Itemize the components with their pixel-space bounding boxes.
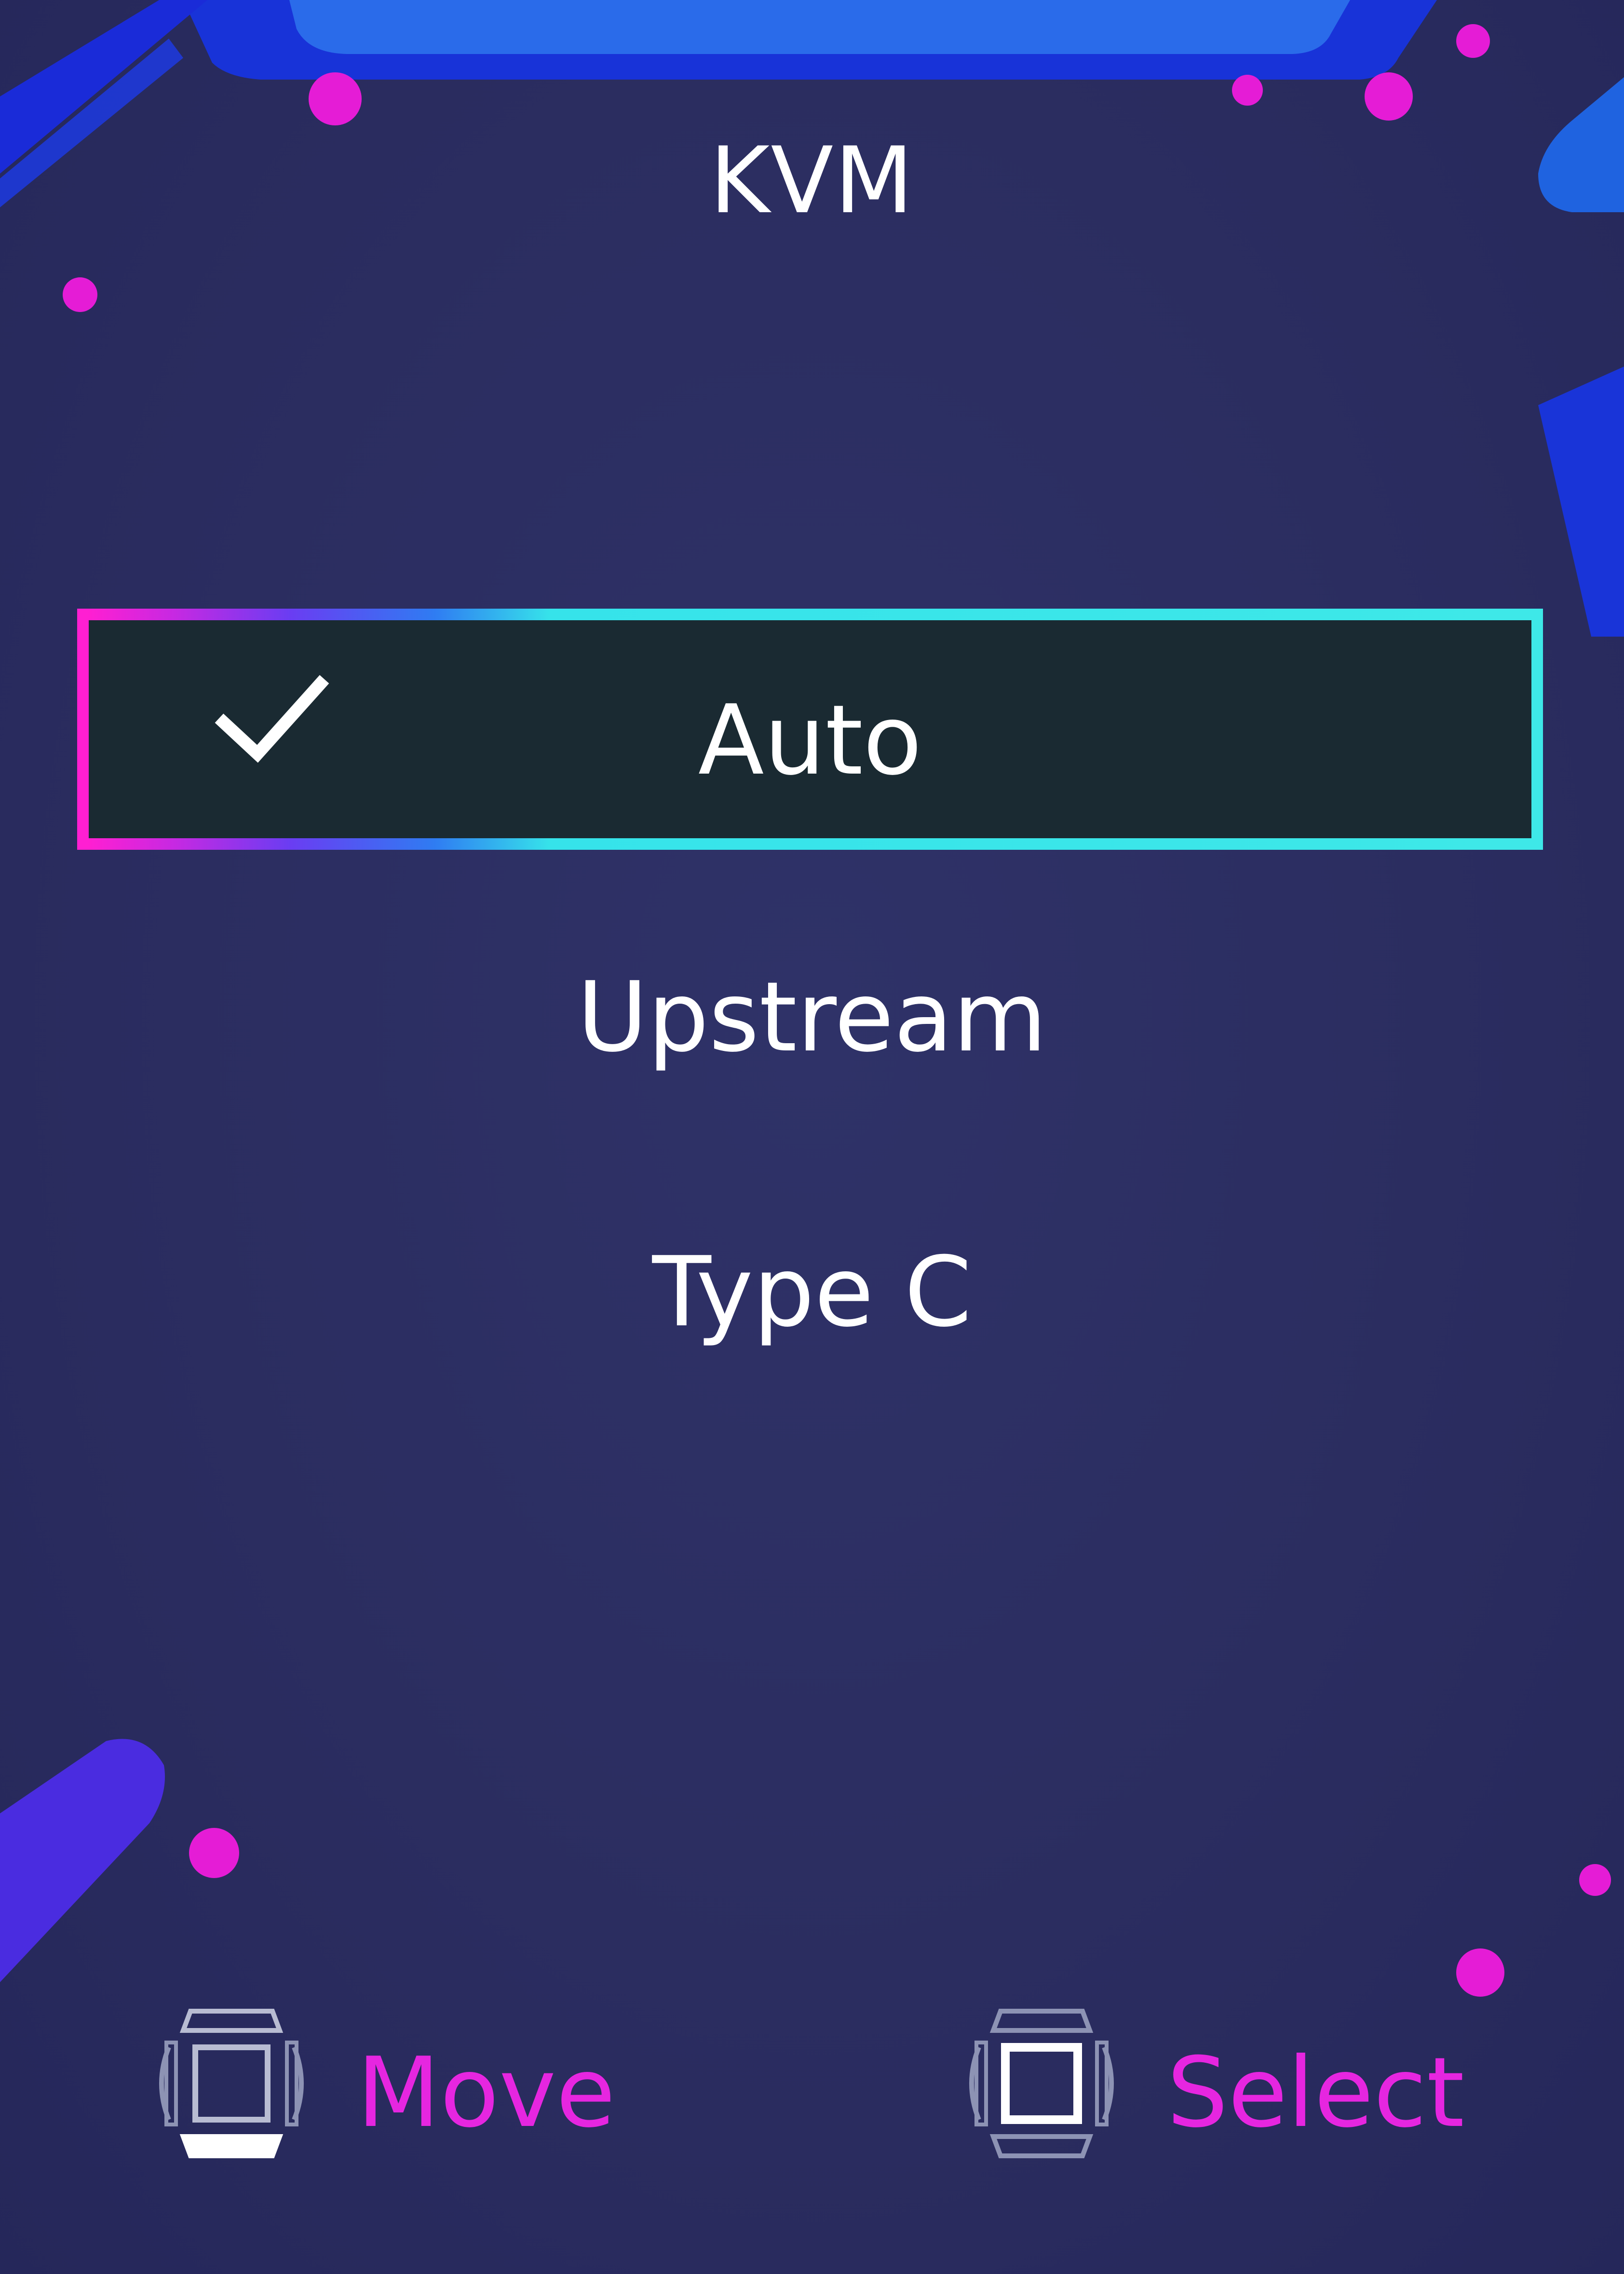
- decor-dot: [1456, 1948, 1504, 1997]
- joystick-select-icon: [969, 2009, 1114, 2158]
- background-decoration: [0, 0, 1624, 1982]
- decor-dot: [309, 72, 362, 125]
- decor-dot: [1456, 24, 1490, 58]
- move-hint: Move: [149, 2002, 680, 2165]
- select-hint: Select: [960, 2002, 1490, 2165]
- joystick-move-icon: [159, 2009, 304, 2158]
- move-hint-label: Move: [357, 2037, 616, 2149]
- option-auto-label: Auto: [698, 684, 922, 797]
- decor-dot: [1365, 72, 1413, 121]
- menu-title: KVM: [709, 127, 915, 234]
- osd-screen: KVM Auto Upstream Type C Move Select: [0, 0, 1624, 2274]
- option-type-c[interactable]: Type C: [0, 1244, 1624, 1341]
- decor-dot: [1232, 75, 1263, 106]
- decor-dot: [1579, 1864, 1611, 1896]
- decor-dot: [63, 277, 97, 312]
- option-upstream[interactable]: Upstream: [0, 969, 1624, 1066]
- option-auto[interactable]: Auto: [77, 609, 1543, 850]
- select-hint-label: Select: [1167, 2037, 1464, 2149]
- decor-dot: [189, 1828, 239, 1878]
